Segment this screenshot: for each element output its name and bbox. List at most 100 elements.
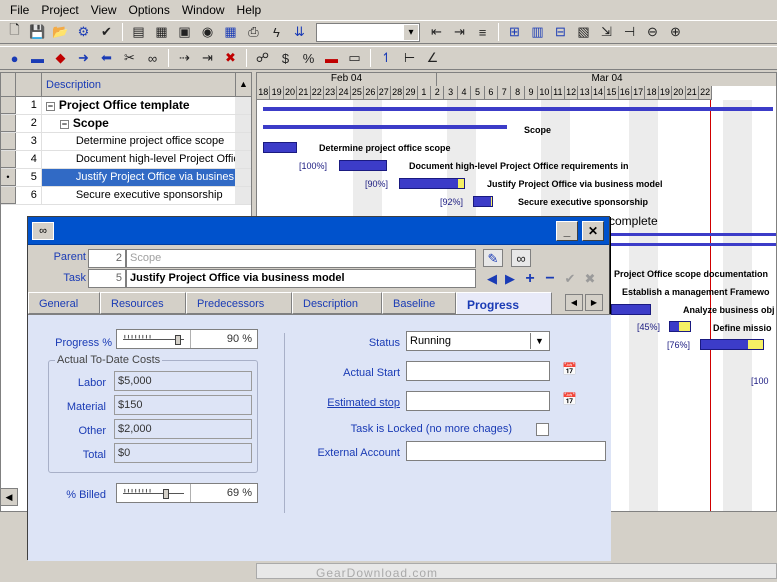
grid-icon[interactable]: ▦ — [220, 22, 241, 42]
add-icon[interactable]: + — [520, 270, 540, 288]
next-task-icon[interactable]: ▶ — [500, 270, 520, 288]
arrow-left-icon[interactable]: ⬅ — [96, 48, 117, 68]
scroll-up-icon[interactable]: ▲ — [235, 73, 251, 96]
remove-task-icon[interactable]: ▬ — [27, 48, 48, 68]
gantt-bar-task6[interactable] — [473, 196, 493, 207]
chevron-down-icon[interactable]: ▼ — [530, 333, 548, 349]
exit-icon[interactable]: ⇲ — [596, 22, 617, 42]
link-icon[interactable]: ∞ — [511, 249, 531, 267]
calendar-icon[interactable]: 📅 — [562, 362, 577, 380]
table-row[interactable]: 6 Secure executive sponsorship — [1, 187, 251, 205]
chain-icon[interactable]: ∞ — [142, 48, 163, 68]
add-task-icon[interactable]: ● — [4, 48, 25, 68]
task-locked-checkbox[interactable] — [536, 423, 549, 436]
row-header[interactable]: • — [1, 169, 16, 186]
row-header[interactable] — [1, 151, 16, 168]
row-description[interactable]: Determine project office scope — [42, 133, 235, 150]
tab-baseline[interactable]: Baseline — [382, 292, 456, 314]
gantt-bar-framework[interactable] — [611, 304, 651, 315]
progress-slider-knob[interactable] — [175, 335, 181, 345]
menu-help[interactable]: Help — [231, 3, 268, 17]
menu-options[interactable]: Options — [123, 3, 176, 17]
material-cost-field[interactable]: $150 — [114, 395, 252, 415]
progress-slider-track[interactable] — [117, 330, 191, 348]
tab-scroll-right-icon[interactable]: ▶ — [585, 294, 603, 311]
row-header[interactable] — [1, 115, 16, 132]
collapse-icon[interactable]: − — [59, 120, 69, 129]
estimated-stop-field[interactable] — [406, 391, 550, 411]
tab-progress[interactable]: Progress — [456, 292, 552, 315]
columns-icon[interactable]: ▧ — [573, 22, 594, 42]
new-file-icon[interactable]: 🗋 — [4, 22, 25, 42]
indent-icon[interactable]: ⇥ — [449, 22, 470, 42]
menu-view[interactable]: View — [85, 3, 123, 17]
remove-icon[interactable]: − — [540, 270, 560, 288]
zoom-in-icon[interactable]: ⊕ — [665, 22, 686, 42]
arrow-right-icon[interactable]: ➜ — [73, 48, 94, 68]
dollar-icon[interactable]: $ — [275, 48, 296, 68]
printer-icon[interactable]: ⎙ — [243, 22, 264, 42]
menu-project[interactable]: Project — [35, 3, 84, 17]
gantt-bar-task3[interactable] — [263, 142, 297, 153]
tab-resources[interactable]: Resources — [100, 292, 186, 314]
diamond-icon[interactable]: ◆ — [50, 48, 71, 68]
align-icon[interactable]: ≡ — [472, 22, 493, 42]
gantt-bar-task4[interactable] — [339, 160, 387, 171]
calendar-icon[interactable]: 📅 — [562, 392, 577, 410]
billed-slider-knob[interactable] — [163, 489, 169, 499]
checkmark-icon[interactable]: ✔ — [96, 22, 117, 42]
scroll-left-icon[interactable]: ◀ — [0, 488, 18, 506]
grid-vertical-scrollbar[interactable] — [235, 97, 251, 114]
confirm-icon[interactable]: ✔ — [560, 270, 580, 288]
delete-link-icon[interactable]: ✖ — [220, 48, 241, 68]
collapse-icon[interactable]: − — [45, 102, 55, 111]
grid-vertical-scrollbar[interactable] — [235, 115, 251, 132]
table-row[interactable]: 2− Scope — [1, 115, 251, 133]
task-name-field[interactable]: Justify Project Office via business mode… — [126, 269, 476, 288]
menu-window[interactable]: Window — [176, 3, 231, 17]
resources-icon[interactable]: ☍ — [252, 48, 273, 68]
row-description[interactable]: − Project Office template — [42, 97, 235, 114]
tab-general[interactable]: General — [28, 292, 100, 314]
external-account-field[interactable] — [406, 441, 606, 461]
view-combo[interactable] — [316, 22, 420, 42]
billed-slider-track[interactable] — [117, 484, 191, 502]
save-icon[interactable]: 💾 — [27, 22, 48, 42]
minimize-button[interactable]: _ — [556, 221, 578, 241]
summary-bar-scope[interactable] — [263, 125, 507, 129]
curve-icon[interactable]: ∠ — [422, 48, 443, 68]
close-button[interactable]: ✕ — [582, 221, 604, 241]
lightning-icon[interactable]: ϟ — [266, 22, 287, 42]
summary-bar-project[interactable] — [263, 107, 773, 111]
grid-vertical-scrollbar[interactable] — [235, 187, 251, 204]
summary-bar[interactable] — [611, 243, 776, 246]
gantt-bar-analyze[interactable] — [669, 321, 691, 332]
print-preview-icon[interactable]: ▤ — [128, 22, 149, 42]
outdent-icon[interactable]: ⇤ — [426, 22, 447, 42]
link-tasks-icon[interactable]: ⇢ — [174, 48, 195, 68]
link-icon[interactable]: ∞ — [32, 222, 54, 240]
actual-start-field[interactable] — [406, 361, 550, 381]
sort-icon[interactable]: ⇊ — [289, 22, 310, 42]
row-description[interactable]: Document high-level Project Offic — [42, 151, 235, 168]
grid-vertical-scrollbar[interactable] — [235, 151, 251, 168]
grid-vertical-scrollbar[interactable] — [235, 133, 251, 150]
link-icon[interactable]: ⊞ — [504, 22, 525, 42]
tab-predecessors[interactable]: Predecessors — [186, 292, 292, 314]
row-header[interactable] — [1, 133, 16, 150]
dialog-titlebar[interactable]: ∞ _ ✕ — [28, 217, 609, 245]
grid-vertical-scrollbar[interactable] — [235, 169, 251, 186]
gantt-bar-task5[interactable] — [399, 178, 465, 189]
billed-slider[interactable]: 69 % — [116, 483, 258, 503]
row-description[interactable]: − Scope — [42, 115, 235, 132]
summary-bar[interactable] — [611, 233, 776, 236]
estimated-stop-label[interactable]: Estimated stop — [308, 397, 400, 409]
table-row[interactable]: 4 Document high-level Project Offic — [1, 151, 251, 169]
row-description[interactable]: Justify Project Office via busines — [41, 169, 236, 186]
status-select[interactable]: Running ▼ — [406, 331, 550, 351]
other-cost-field[interactable]: $2,000 — [114, 419, 252, 439]
baseline-icon[interactable]: ⊢ — [399, 48, 420, 68]
eraser-icon[interactable]: ✎ — [483, 249, 503, 267]
zoom-out-icon[interactable]: ⊖ — [642, 22, 663, 42]
layout-icon[interactable]: ⊟ — [550, 22, 571, 42]
